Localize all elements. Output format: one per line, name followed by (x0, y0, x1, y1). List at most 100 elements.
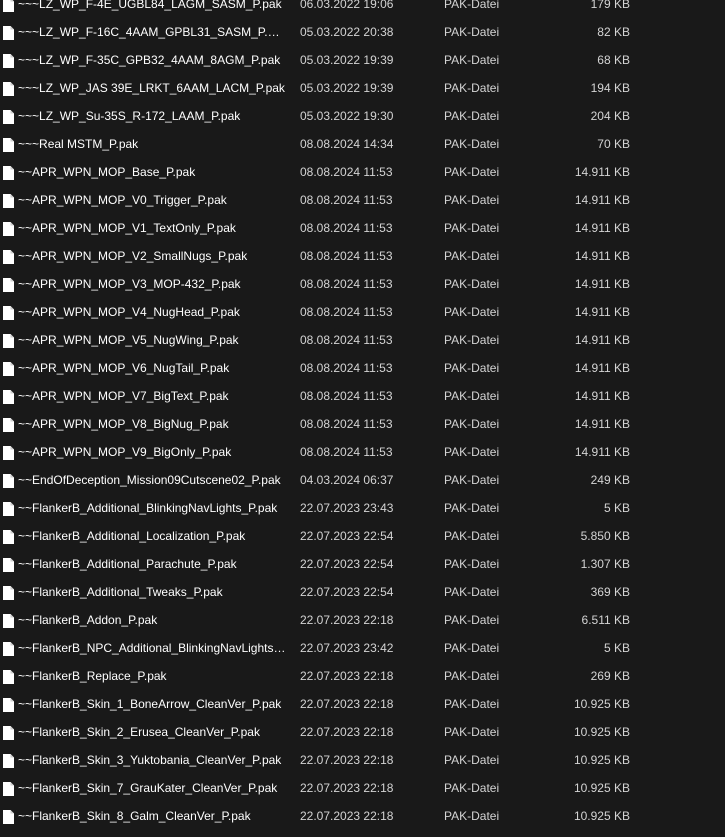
file-row[interactable]: ~~FlankerB_Skin_2_Erusea_CleanVer_P.pak … (0, 718, 725, 746)
file-date-modified: 08.08.2024 11:53 (300, 305, 393, 319)
file-row[interactable]: ~~~Real MSTM_P.pak 08.08.2024 14:34 PAK-… (0, 130, 725, 158)
file-icon (3, 614, 14, 628)
file-name: ~~FlankerB_Additional_BlinkingNavLights_… (18, 501, 278, 515)
file-icon (3, 138, 14, 152)
file-row[interactable]: ~~APR_WPN_MOP_Base_P.pak 08.08.2024 11:5… (0, 158, 725, 186)
file-row[interactable]: ~~APR_WPN_MOP_V1_TextOnly_P.pak 08.08.20… (0, 214, 725, 242)
file-name: ~~APR_WPN_MOP_V7_BigText_P.pak (18, 389, 229, 403)
file-icon (3, 334, 14, 348)
file-date-modified: 08.08.2024 11:53 (300, 221, 393, 235)
file-name: ~~FlankerB_Skin_8_Galm_CleanVer_P.pak (18, 809, 251, 823)
file-row[interactable]: ~~FlankerB_Additional_Localization_P.pak… (0, 522, 725, 550)
file-date-modified: 08.08.2024 11:53 (300, 361, 393, 375)
file-row[interactable]: ~~FlankerB_Skin_1_BoneArrow_CleanVer_P.p… (0, 690, 725, 718)
file-icon (3, 586, 14, 600)
file-row[interactable]: ~~FlankerB_Addon_P.pak 22.07.2023 22:18 … (0, 606, 725, 634)
file-row[interactable]: ~~FlankerB_NPC_Additional_BlinkingNavLig… (0, 634, 725, 662)
file-name: ~~APR_WPN_MOP_Base_P.pak (18, 165, 196, 179)
file-date-modified: 08.08.2024 11:53 (300, 333, 393, 347)
file-size: 14.911 KB (574, 361, 630, 375)
file-row[interactable]: ~~FlankerB_Skin_7_GrauKater_CleanVer_P.p… (0, 774, 725, 802)
file-row[interactable]: ~~EndOfDeception_Mission09Cutscene02_P.p… (0, 466, 725, 494)
file-row[interactable]: ~~APR_WPN_MOP_V5_NugWing_P.pak 08.08.202… (0, 326, 725, 354)
file-date-modified: 05.03.2022 20:38 (300, 25, 394, 39)
file-icon (3, 474, 14, 488)
file-row[interactable]: ~~~LZ_WP_F-16C_4AAM_GPBL31_SASM_P.pak 05… (0, 18, 725, 46)
file-size: 10.925 KB (573, 809, 630, 823)
file-icon (3, 698, 14, 712)
file-date-modified: 22.07.2023 22:18 (300, 725, 394, 739)
file-name: ~~FlankerB_Additional_Tweaks_P.pak (18, 585, 223, 599)
file-size: 68 KB (597, 53, 630, 67)
file-date-modified: 08.08.2024 11:53 (300, 417, 393, 431)
file-row[interactable]: ~~FlankerB_Additional_BlinkingNavLights_… (0, 494, 725, 522)
file-name: ~~FlankerB_Additional_Localization_P.pak (18, 529, 246, 543)
file-name: ~~APR_WPN_MOP_V5_NugWing_P.pak (18, 333, 239, 347)
file-date-modified: 08.08.2024 14:34 (300, 137, 394, 151)
file-date-modified: 22.07.2023 22:54 (300, 585, 394, 599)
file-date-modified: 08.08.2024 11:53 (300, 165, 393, 179)
file-row[interactable]: ~~~LZ_WP_F-35C_GPB32_4AAM_8AGM_P.pak 05.… (0, 46, 725, 74)
file-row[interactable]: ~~~LZ_WP_F-4E_UGBL84_LAGM_SASM_P.pak 06.… (0, 0, 725, 18)
file-date-modified: 06.03.2022 19:06 (300, 0, 394, 11)
file-name: ~~FlankerB_Addon_P.pak (18, 613, 158, 627)
file-name: ~~FlankerB_Skin_3_Yuktobania_CleanVer_P.… (18, 753, 282, 767)
file-icon (3, 558, 14, 572)
file-size: 14.911 KB (574, 445, 630, 459)
file-name: ~~EndOfDeception_Mission09Cutscene02_P.p… (18, 473, 281, 487)
file-size: 179 KB (590, 0, 630, 11)
file-name: ~~APR_WPN_MOP_V1_TextOnly_P.pak (18, 221, 236, 235)
file-row[interactable]: ~~~LZ_WP_JAS 39E_LRKT_6AAM_LACM_P.pak 05… (0, 74, 725, 102)
file-size: 249 KB (590, 473, 630, 487)
file-row[interactable]: ~~APR_WPN_MOP_V6_NugTail_P.pak 08.08.202… (0, 354, 725, 382)
file-size: 10.925 KB (573, 753, 630, 767)
file-icon (3, 222, 14, 236)
file-name: ~~APR_WPN_MOP_V2_SmallNugs_P.pak (18, 249, 248, 263)
file-name: ~~FlankerB_Skin_7_GrauKater_CleanVer_P.p… (18, 781, 278, 795)
file-icon (3, 418, 14, 432)
file-row[interactable]: ~~APR_WPN_MOP_V2_SmallNugs_P.pak 08.08.2… (0, 242, 725, 270)
file-icon (3, 530, 14, 544)
file-row[interactable]: ~~FlankerB_Replace_P.pak 22.07.2023 22:1… (0, 662, 725, 690)
file-name: ~~APR_WPN_MOP_V9_BigOnly_P.pak (18, 445, 232, 459)
file-date-modified: 08.08.2024 11:53 (300, 277, 393, 291)
file-row[interactable]: ~~APR_WPN_MOP_V4_NugHead_P.pak 08.08.202… (0, 298, 725, 326)
file-date-modified: 08.08.2024 11:53 (300, 193, 393, 207)
file-name: ~~APR_WPN_MOP_V6_NugTail_P.pak (18, 361, 230, 375)
file-date-modified: 22.07.2023 22:18 (300, 697, 394, 711)
file-date-modified: 22.07.2023 23:42 (300, 641, 394, 655)
file-icon (3, 726, 14, 740)
file-date-modified: 22.07.2023 22:18 (300, 669, 394, 683)
file-icon (3, 278, 14, 292)
file-row[interactable]: ~~APR_WPN_MOP_V7_BigText_P.pak 08.08.202… (0, 382, 725, 410)
file-row[interactable]: ~~FlankerB_Skin_3_Yuktobania_CleanVer_P.… (0, 746, 725, 774)
file-date-modified: 22.07.2023 22:54 (300, 529, 394, 543)
file-size: 269 KB (590, 669, 630, 683)
file-date-modified: 05.03.2022 19:30 (300, 109, 394, 123)
file-size: 369 KB (590, 585, 630, 599)
file-date-modified: 05.03.2022 19:39 (300, 81, 394, 95)
file-size: 10.925 KB (573, 781, 630, 795)
file-size: 14.911 KB (574, 165, 630, 179)
file-size: 14.911 KB (574, 249, 630, 263)
file-row[interactable]: ~~APR_WPN_MOP_V9_BigOnly_P.pak 08.08.202… (0, 438, 725, 466)
file-size: 1.307 KB (580, 557, 630, 571)
file-row[interactable]: ~~FlankerB_Skin_8_Galm_CleanVer_P.pak 22… (0, 802, 725, 830)
file-row[interactable]: ~~FlankerB_Additional_Parachute_P.pak 22… (0, 550, 725, 578)
file-row[interactable]: ~~APR_WPN_MOP_V8_BigNug_P.pak 08.08.2024… (0, 410, 725, 438)
file-date-modified: 08.08.2024 11:53 (300, 249, 393, 263)
file-row[interactable]: ~~~LZ_WP_Su-35S_R-172_LAAM_P.pak 05.03.2… (0, 102, 725, 130)
file-name: ~~FlankerB_Skin_2_Erusea_CleanVer_P.pak (18, 725, 260, 739)
file-row[interactable]: ~~FlankerB_Additional_Tweaks_P.pak 22.07… (0, 578, 725, 606)
file-icon (3, 810, 14, 824)
file-date-modified: 22.07.2023 22:18 (300, 781, 394, 795)
file-size: 14.911 KB (574, 277, 630, 291)
file-name: ~~APR_WPN_MOP_V8_BigNug_P.pak (18, 417, 229, 431)
file-icon (3, 26, 14, 40)
file-row[interactable]: ~~APR_WPN_MOP_V3_MOP-432_P.pak 08.08.202… (0, 270, 725, 298)
file-date-modified: 08.08.2024 11:53 (300, 445, 393, 459)
file-size: 5.850 KB (580, 529, 630, 543)
file-size: 14.911 KB (574, 333, 630, 347)
file-row[interactable]: ~~APR_WPN_MOP_V0_Trigger_P.pak 08.08.202… (0, 186, 725, 214)
file-size: 194 KB (590, 81, 630, 95)
